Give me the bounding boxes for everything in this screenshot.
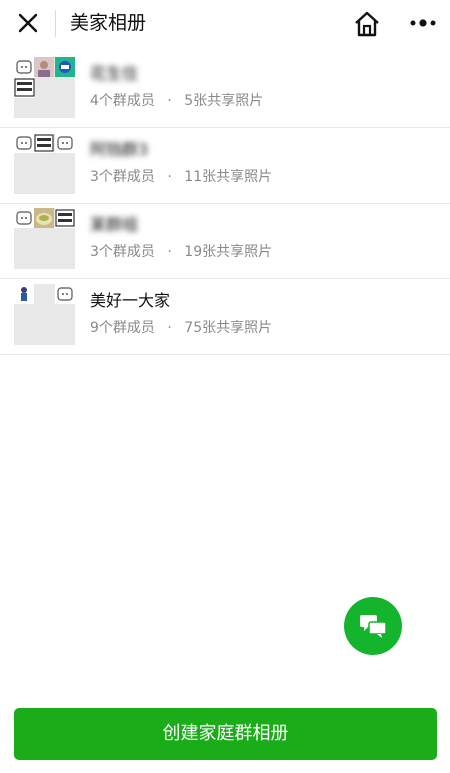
top-bar: 美家相册 bbox=[0, 0, 450, 47]
photo-figure-icon bbox=[14, 284, 34, 304]
home-icon[interactable] bbox=[353, 10, 381, 38]
photo-sticker-icon bbox=[14, 133, 34, 153]
meta-separator: · bbox=[167, 244, 172, 260]
create-family-album-button[interactable]: 创建家庭群相册 bbox=[14, 708, 437, 760]
photo-count: 75张共享照片 bbox=[184, 320, 273, 336]
photo-badge-icon bbox=[14, 77, 35, 98]
album-item[interactable]: 美好一大家 9个群成员 · 75张共享照片 bbox=[0, 278, 450, 355]
album-name: 阿铛群3 bbox=[90, 140, 149, 159]
photo-sticker-icon bbox=[14, 57, 34, 77]
member-count: 4个群成员 bbox=[90, 93, 155, 109]
photo-count: 5张共享照片 bbox=[184, 93, 264, 109]
album-item[interactable]: 某群组 3个群成员 · 19张共享照片 bbox=[0, 202, 450, 279]
photo-empty bbox=[34, 284, 54, 304]
album-meta: 9个群成员 · 75张共享照片 bbox=[90, 318, 272, 338]
photo-sticker-icon bbox=[55, 133, 75, 153]
album-name: 美好一大家 bbox=[90, 291, 171, 310]
album-thumbnail bbox=[14, 208, 75, 269]
album-item[interactable]: 花生住 4个群成员 · 5张共享照片 bbox=[0, 51, 450, 128]
album-meta: 3个群成员 · 19张共享照片 bbox=[90, 242, 272, 262]
meta-separator: · bbox=[167, 320, 172, 336]
album-meta: 4个群成员 · 5张共享照片 bbox=[90, 91, 263, 111]
photo-food-icon bbox=[34, 208, 54, 228]
photo-portrait-icon bbox=[34, 57, 54, 77]
member-count: 3个群成员 bbox=[90, 244, 155, 260]
photo-count: 11张共享照片 bbox=[184, 169, 273, 185]
header-divider bbox=[55, 10, 56, 37]
photo-sticker-icon bbox=[55, 284, 75, 304]
photo-sticker-icon bbox=[14, 208, 34, 228]
album-name: 花生住 bbox=[90, 64, 139, 83]
album-thumbnail bbox=[14, 284, 75, 345]
photo-badge-icon bbox=[34, 133, 54, 153]
page-title: 美家相册 bbox=[70, 12, 147, 34]
more-icon[interactable] bbox=[408, 13, 438, 33]
album-name: 某群组 bbox=[90, 215, 139, 234]
album-meta: 3个群成员 · 11张共享照片 bbox=[90, 167, 272, 187]
meta-separator: · bbox=[167, 169, 172, 185]
album-thumbnail bbox=[14, 133, 75, 194]
close-icon[interactable] bbox=[16, 11, 40, 35]
photo-teal-icon bbox=[55, 57, 75, 77]
member-count: 9个群成员 bbox=[90, 320, 155, 336]
meta-separator: · bbox=[167, 93, 172, 109]
photo-count: 19张共享照片 bbox=[184, 244, 273, 260]
chat-bubbles-icon bbox=[360, 615, 387, 638]
album-thumbnail bbox=[14, 57, 75, 118]
member-count: 3个群成员 bbox=[90, 169, 155, 185]
chat-fab-button[interactable] bbox=[344, 597, 402, 655]
album-item[interactable]: 阿铛群3 3个群成员 · 11张共享照片 bbox=[0, 127, 450, 204]
photo-badge-icon bbox=[55, 208, 75, 228]
